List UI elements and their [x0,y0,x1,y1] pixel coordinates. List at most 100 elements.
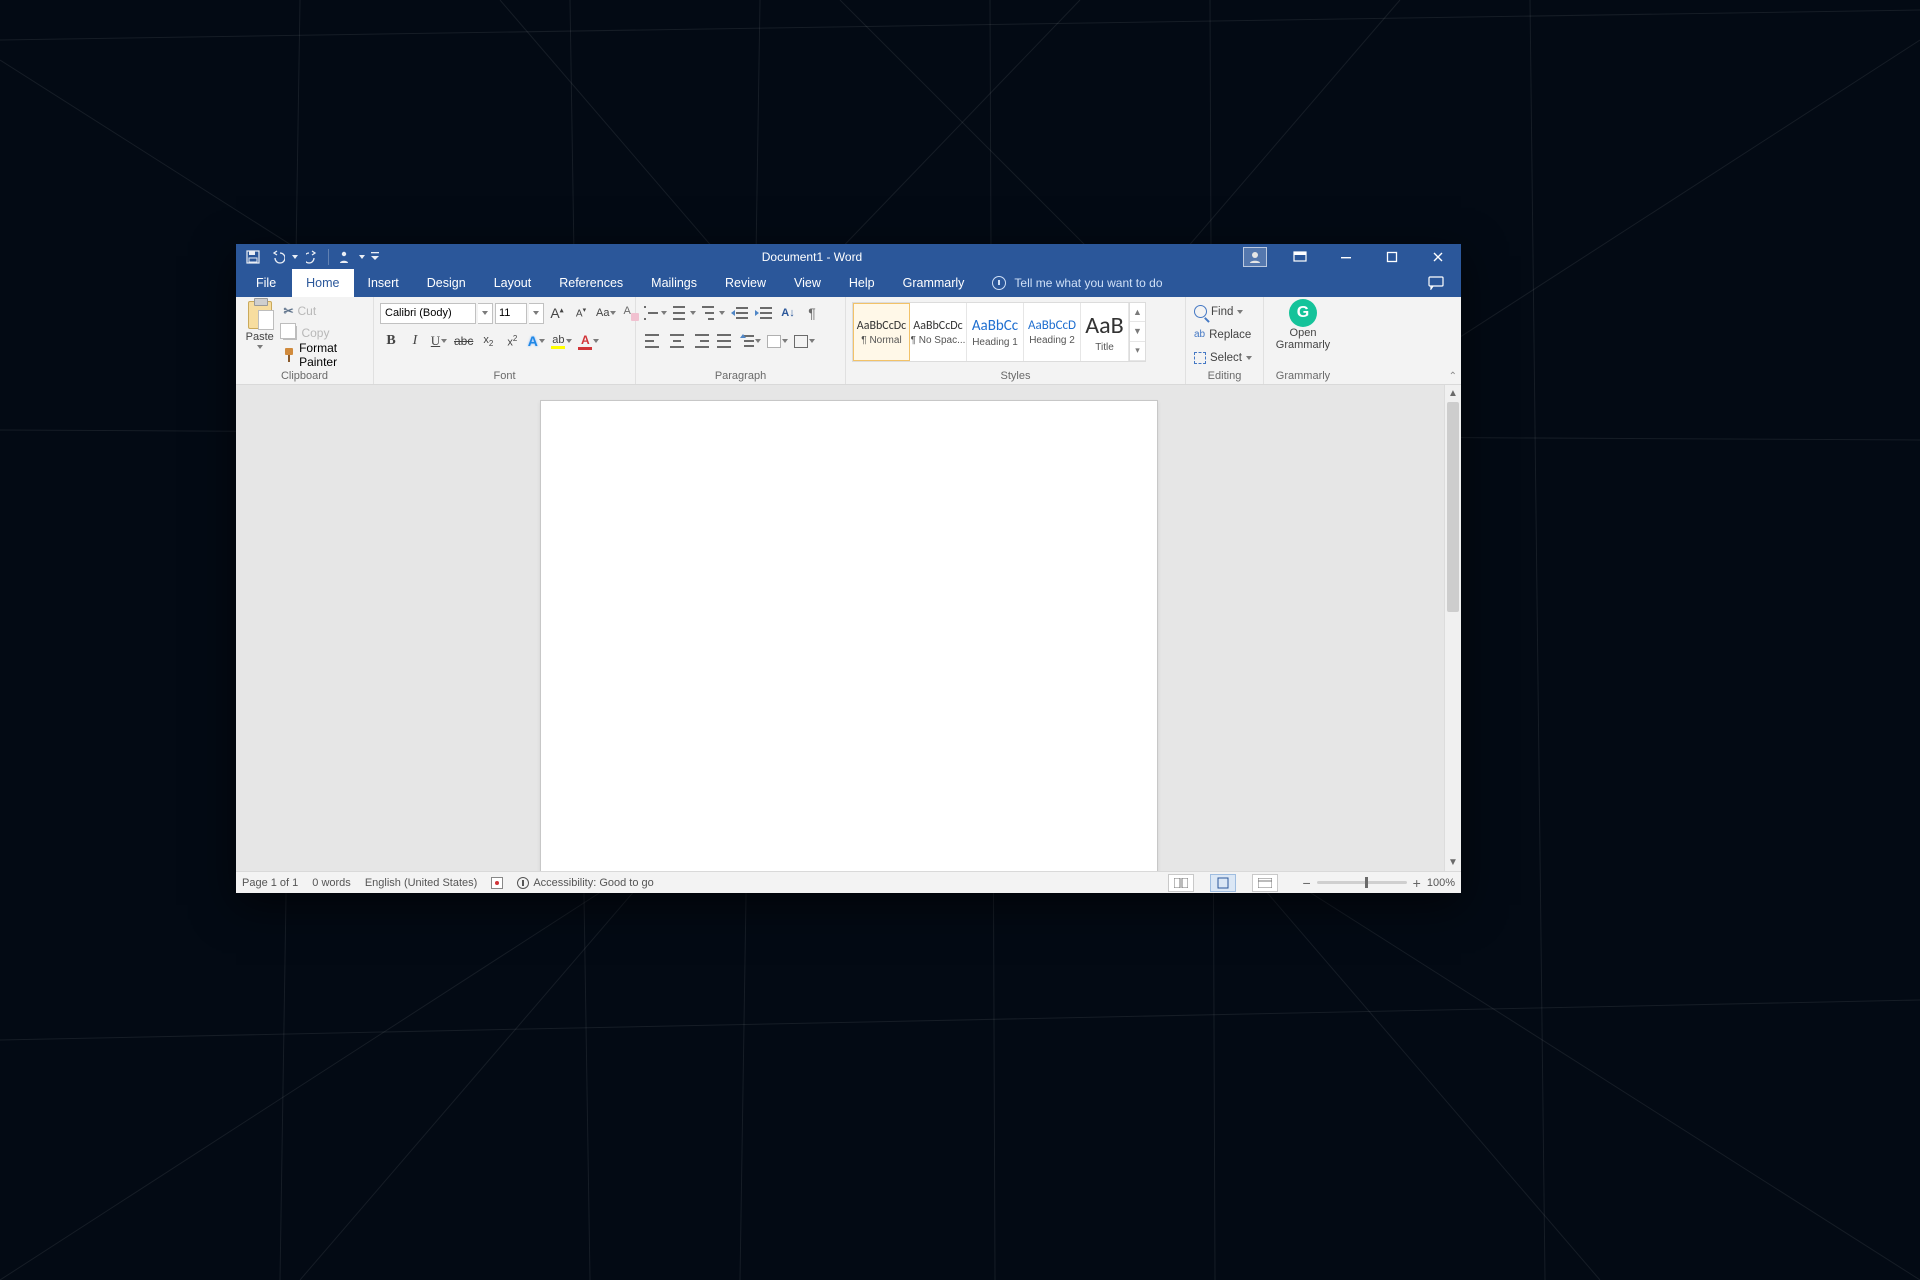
style-heading-2[interactable]: AaBbCcD Heading 2 [1024,303,1081,361]
zoom-in-button[interactable]: + [1413,875,1421,891]
italic-button[interactable]: I [404,330,426,352]
undo-icon[interactable] [266,246,288,268]
read-mode-button[interactable] [1168,874,1194,892]
font-name-dropdown-icon[interactable] [478,303,493,324]
highlight-swatch [551,346,565,349]
editing-group-label: Editing [1192,369,1257,384]
save-icon[interactable] [242,246,264,268]
shading-button[interactable] [765,330,790,352]
font-size-dropdown-icon[interactable] [529,303,544,324]
account-icon[interactable] [1243,247,1267,267]
vertical-scrollbar[interactable]: ▲ ▼ [1444,385,1461,871]
touch-mode-icon[interactable] [333,246,355,268]
strikethrough-button[interactable]: abc [452,330,475,352]
subscript-button[interactable]: x2 [477,330,499,352]
multilevel-button[interactable] [700,302,727,324]
styles-more-icon[interactable]: ▾ [1130,342,1145,361]
justify-button[interactable] [714,330,736,352]
bullets-button[interactable] [642,302,669,324]
tab-insert[interactable]: Insert [354,269,413,297]
language-indicator[interactable]: English (United States) [365,877,478,889]
paste-button[interactable]: Paste [242,299,277,349]
tab-review[interactable]: Review [711,269,780,297]
maximize-button[interactable] [1369,244,1415,269]
ribbon-tabs: File Home Insert Design Layout Reference… [236,269,1461,297]
tab-grammarly[interactable]: Grammarly [889,269,979,297]
tab-layout[interactable]: Layout [480,269,546,297]
style-heading-1[interactable]: AaBbCc Heading 1 [967,303,1024,361]
font-name-combo[interactable]: Calibri (Body) [380,303,476,324]
style-no-spacing[interactable]: AaBbCcDc ¶ No Spac... [910,303,967,361]
underline-button[interactable]: U [428,330,450,352]
shrink-font-button[interactable]: A▾ [570,302,592,324]
decrease-indent-button[interactable] [729,302,751,324]
touch-dropdown-icon[interactable] [357,246,367,268]
qat-customize-icon[interactable] [369,246,381,268]
scroll-down-icon[interactable]: ▼ [1445,854,1461,871]
comments-icon[interactable] [1421,271,1451,296]
clipboard-group-label: Clipboard [242,369,367,384]
macro-record-icon[interactable] [491,877,503,889]
sort-button[interactable]: A↓ [777,302,799,324]
text-effects-button[interactable]: A [525,330,547,352]
clear-formatting-button[interactable] [620,302,642,324]
grow-font-button[interactable]: A▴ [546,302,568,324]
scroll-up-icon[interactable]: ▲ [1445,385,1461,402]
zoom-thumb[interactable] [1365,877,1368,888]
close-button[interactable] [1415,244,1461,269]
web-layout-button[interactable] [1252,874,1278,892]
style-title[interactable]: AaB Title [1081,303,1129,361]
collapse-ribbon-icon[interactable]: ⌃ [1449,371,1457,382]
print-layout-button[interactable] [1210,874,1236,892]
page-indicator[interactable]: Page 1 of 1 [242,877,298,889]
align-right-button[interactable] [690,330,712,352]
increase-indent-button[interactable] [753,302,775,324]
document-page[interactable] [540,400,1158,871]
zoom-slider[interactable] [1317,881,1407,884]
replace-button[interactable]: abReplace [1192,324,1254,345]
zoom-level[interactable]: 100% [1427,877,1455,889]
tab-file[interactable]: File [240,269,292,297]
window-title: Document1 - Word [381,250,1243,264]
scroll-thumb[interactable] [1447,402,1459,612]
tab-home[interactable]: Home [292,269,353,297]
align-left-button[interactable] [642,330,664,352]
superscript-button[interactable]: x2 [501,330,523,352]
cut-button[interactable]: ✂Cut [281,301,367,321]
bold-button[interactable]: B [380,330,402,352]
zoom-out-button[interactable]: − [1302,875,1310,891]
highlight-button[interactable]: ab [549,330,574,352]
tab-view[interactable]: View [780,269,835,297]
numbering-button[interactable] [671,302,698,324]
eraser-icon [623,305,639,321]
borders-button[interactable] [792,330,817,352]
paste-dropdown-icon [257,345,263,349]
change-case-button[interactable]: Aa [594,302,618,324]
style-normal[interactable]: AaBbCcDc ¶ Normal [853,303,910,361]
tab-mailings[interactable]: Mailings [637,269,711,297]
open-grammarly-button[interactable]: G Open Grammarly [1270,299,1336,351]
ribbon-display-icon[interactable] [1277,244,1323,269]
line-spacing-button[interactable] [738,330,763,352]
tab-references[interactable]: References [545,269,637,297]
minimize-button[interactable] [1323,244,1369,269]
quick-access-toolbar [236,246,381,268]
tab-design[interactable]: Design [413,269,480,297]
tell-me-search[interactable]: Tell me what you want to do [992,269,1162,297]
font-color-button[interactable]: A [576,330,601,352]
find-button[interactable]: Find [1192,301,1254,322]
select-button[interactable]: Select [1192,347,1254,368]
show-marks-button[interactable]: ¶ [801,302,823,324]
styles-scroll-up-icon[interactable]: ▲ [1130,303,1145,322]
styles-scroll-down-icon[interactable]: ▼ [1130,322,1145,341]
align-center-button[interactable] [666,330,688,352]
copy-button[interactable]: Copy [281,323,367,343]
word-count[interactable]: 0 words [312,877,351,889]
format-painter-button[interactable]: Format Painter [281,345,367,365]
redo-icon[interactable] [302,246,324,268]
tab-help[interactable]: Help [835,269,889,297]
styles-gallery: AaBbCcDc ¶ Normal AaBbCcDc ¶ No Spac... … [852,302,1146,362]
font-size-combo[interactable]: 11 [495,303,527,324]
undo-dropdown-icon[interactable] [290,246,300,268]
accessibility-status[interactable]: Accessibility: Good to go [517,877,653,889]
